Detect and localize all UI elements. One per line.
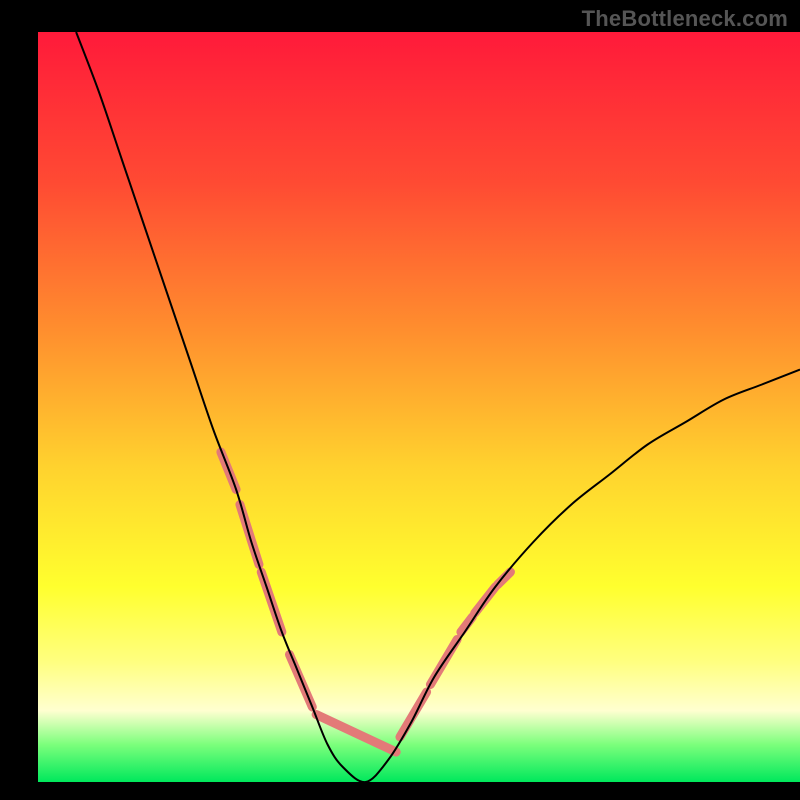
bottleneck-chart [0, 0, 800, 800]
plot-area [38, 32, 800, 782]
chart-stage: TheBottleneck.com [0, 0, 800, 800]
